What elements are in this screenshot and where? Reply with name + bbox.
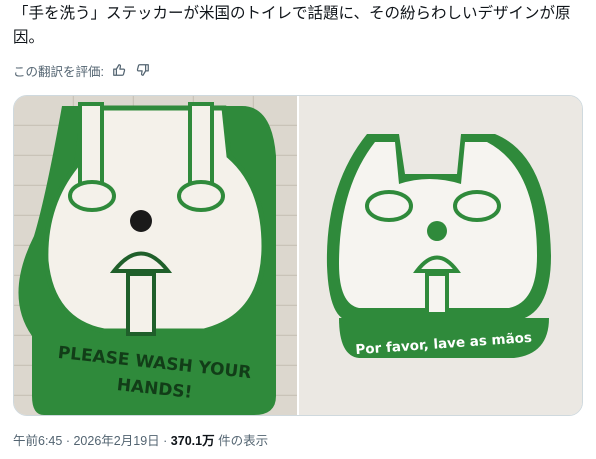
meta-separator: · (65, 434, 70, 448)
translation-rating: この翻訳を評価: (13, 60, 152, 80)
post-text: 「手を洗う」ステッカーが米国のトイレで話題に、その紛らわしいデザインが原因。 (13, 5, 571, 46)
wash-hands-sticker-left: PLEASE WASH YOUR HANDS! (18, 102, 276, 415)
post-meta: 午前6:45 · 2026年2月19日 · 370.1万 件の表示 (13, 430, 268, 449)
photo-right[interactable]: Por favor, lave as mãos (299, 96, 582, 415)
views-label: 件の表示 (218, 434, 269, 448)
post-time[interactable]: 午前6:45 (13, 434, 62, 448)
post-date[interactable]: 2026年2月19日 (73, 434, 159, 448)
thumbs-up-icon[interactable] (110, 61, 128, 79)
views-count: 370.1万 (170, 434, 215, 448)
thumbs-down-icon[interactable] (134, 61, 152, 79)
media-grid: PLEASE WASH YOUR HANDS! Por favor, lave … (13, 95, 583, 416)
translation-rating-label: この翻訳を評価: (13, 64, 104, 79)
photo-left[interactable]: PLEASE WASH YOUR HANDS! (14, 96, 297, 415)
meta-separator: · (163, 434, 168, 448)
